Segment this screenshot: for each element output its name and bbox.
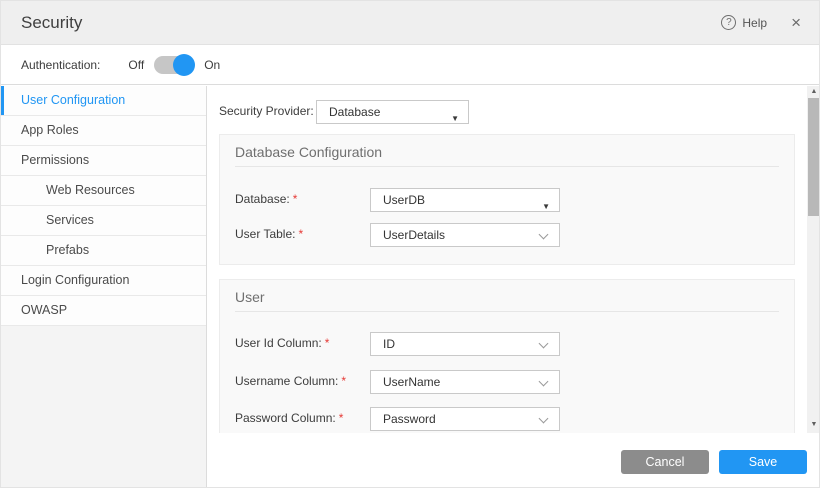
dropdown-arrow-icon: ▼ [451, 108, 459, 130]
sidebar-item-services[interactable]: Services [1, 206, 206, 236]
username-column-label: Username Column:* [235, 370, 346, 393]
required-asterisk: * [298, 227, 303, 241]
required-asterisk: * [293, 192, 298, 206]
user-table-value: UserDetails [383, 228, 445, 242]
section-divider [235, 166, 779, 167]
dialog-footer: Cancel Save [207, 433, 820, 488]
toggle-knob[interactable] [173, 54, 195, 76]
password-column-select[interactable]: Password [370, 407, 560, 431]
save-button[interactable]: Save [719, 450, 807, 474]
required-asterisk: * [325, 336, 330, 350]
database-label: Database:* [235, 188, 297, 211]
user-id-column-select[interactable]: ID [370, 332, 560, 356]
chevron-down-icon [539, 414, 549, 424]
user-id-column-label: User Id Column:* [235, 332, 329, 355]
authentication-bar: Authentication: Off On [1, 46, 820, 85]
user-section: User User Id Column:* ID Username Column… [219, 279, 795, 433]
section-title: Database Configuration [235, 144, 382, 160]
dropdown-arrow-icon: ▼ [542, 196, 550, 218]
chevron-down-icon [539, 339, 549, 349]
help-icon[interactable]: ? [721, 15, 736, 30]
toggle-on-label: On [204, 58, 220, 72]
authentication-label: Authentication: [21, 58, 100, 72]
page-title: Security [21, 13, 82, 33]
database-value: UserDB [383, 193, 425, 207]
sidebar-item-app-roles[interactable]: App Roles [1, 116, 206, 146]
dialog-header: Security ? Help × [1, 1, 820, 45]
required-asterisk: * [341, 374, 346, 388]
database-select[interactable]: UserDB ▼ [370, 188, 560, 212]
security-provider-value: Database [329, 105, 380, 119]
authentication-toggle[interactable] [154, 56, 194, 74]
database-configuration-section: Database Configuration Database:* UserDB… [219, 134, 795, 265]
password-column-value: Password [383, 412, 436, 426]
scrollbar-thumb[interactable] [808, 98, 820, 216]
section-title: User [235, 289, 265, 305]
sidebar-item-prefabs[interactable]: Prefabs [1, 236, 206, 266]
scrollbar-down-icon[interactable]: ▼ [807, 419, 820, 431]
scrollbar[interactable]: ▲ ▼ [807, 86, 820, 433]
user-table-select[interactable]: UserDetails [370, 223, 560, 247]
main-content: Security Provider: Database ▼ Database C… [207, 86, 820, 433]
username-column-value: UserName [383, 375, 440, 389]
sidebar-item-owasp[interactable]: OWASP [1, 296, 206, 326]
toggle-off-label: Off [128, 58, 144, 72]
sidebar: User Configuration App Roles Permissions… [1, 86, 207, 488]
security-provider-label: Security Provider: [219, 100, 314, 123]
security-provider-select[interactable]: Database ▼ [316, 100, 469, 124]
header-actions: ? Help × [721, 14, 801, 31]
cancel-button[interactable]: Cancel [621, 450, 709, 474]
help-link[interactable]: Help [742, 16, 767, 30]
security-dialog: Security ? Help × Authentication: Off On… [0, 0, 820, 488]
chevron-down-icon [539, 230, 549, 240]
password-column-label: Password Column:* [235, 407, 343, 430]
username-column-select[interactable]: UserName [370, 370, 560, 394]
sidebar-item-user-configuration[interactable]: User Configuration [1, 86, 206, 116]
section-divider [235, 311, 779, 312]
sidebar-item-login-configuration[interactable]: Login Configuration [1, 266, 206, 296]
close-icon[interactable]: × [791, 14, 801, 31]
user-id-column-value: ID [383, 337, 395, 351]
required-asterisk: * [339, 411, 344, 425]
scrollbar-up-icon[interactable]: ▲ [807, 86, 820, 98]
user-table-label: User Table:* [235, 223, 303, 246]
sidebar-item-web-resources[interactable]: Web Resources [1, 176, 206, 206]
sidebar-item-permissions[interactable]: Permissions [1, 146, 206, 176]
chevron-down-icon [539, 377, 549, 387]
